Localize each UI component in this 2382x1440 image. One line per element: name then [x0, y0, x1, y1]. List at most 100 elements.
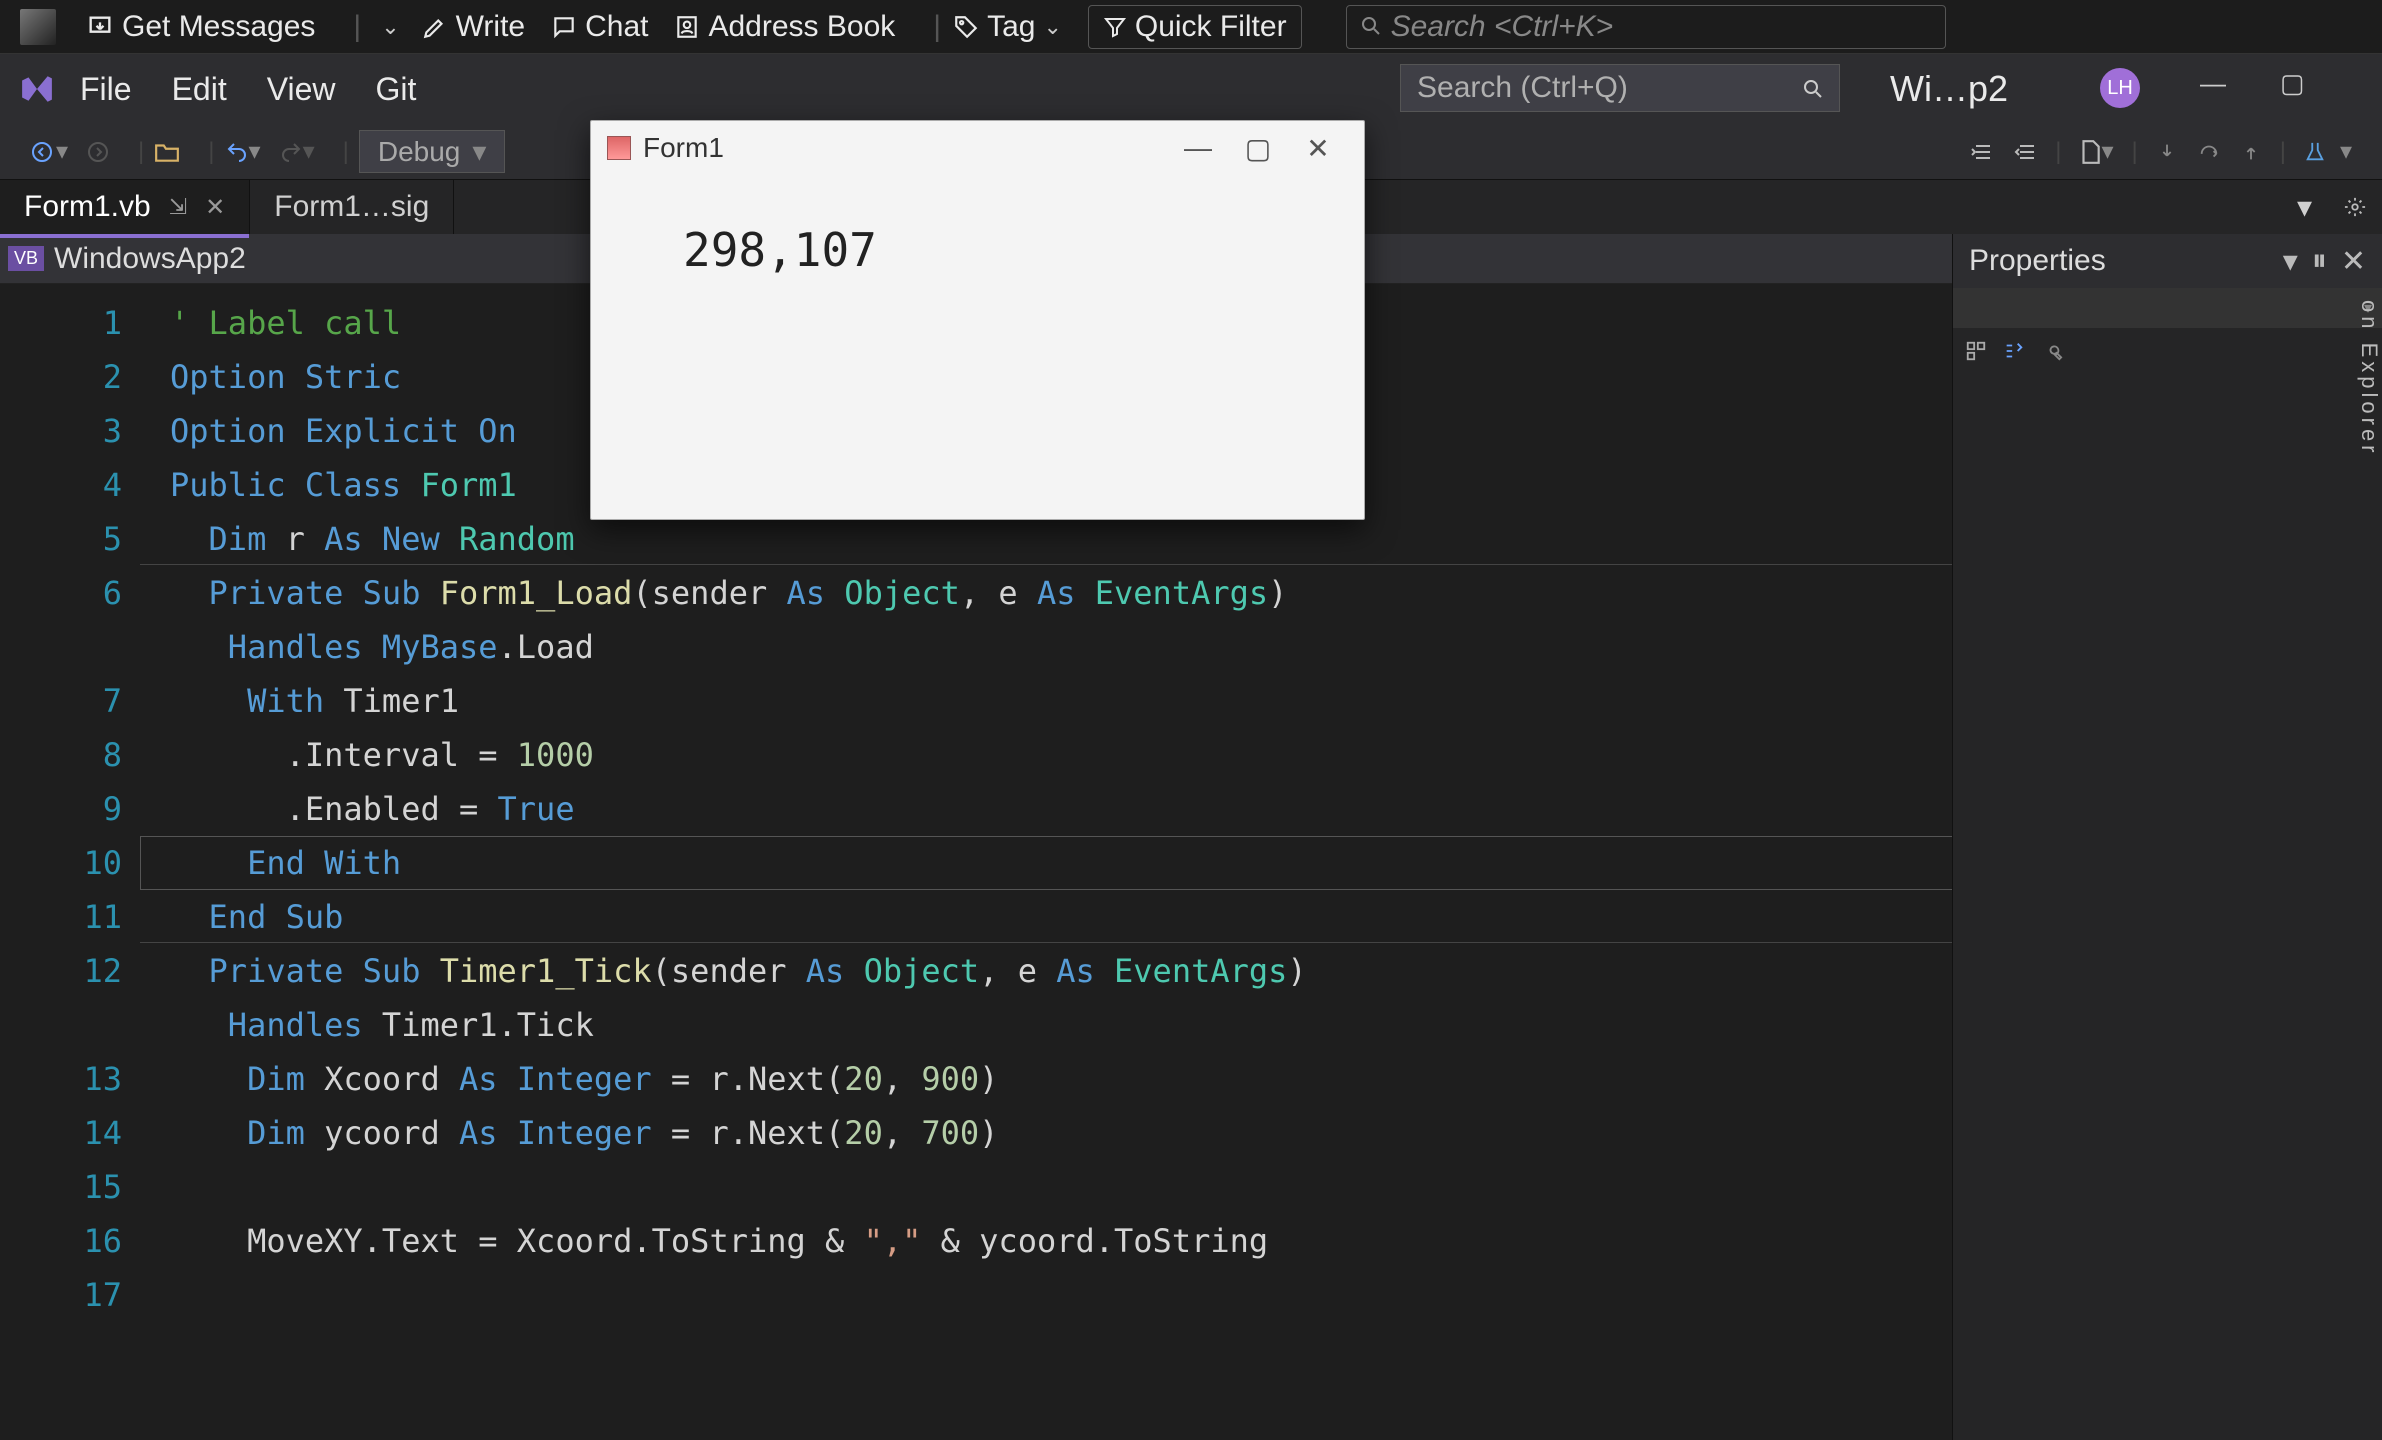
thunderbird-toolbar: Get Messages | ⌄ Write Chat Address Book…: [0, 0, 2382, 54]
document-icon: [2079, 139, 2101, 165]
arrow-up-icon: [2240, 141, 2262, 163]
properties-title: Properties: [1969, 244, 2269, 278]
menu-file[interactable]: File: [80, 71, 132, 108]
properties-object-dropdown[interactable]: ▾: [1953, 288, 2382, 328]
close-icon[interactable]: ✕: [205, 193, 225, 222]
line-number: 6: [0, 566, 122, 620]
folder-open-icon: [154, 141, 180, 163]
vb-language-badge: VB: [8, 246, 44, 271]
user-badge[interactable]: LH: [2100, 68, 2140, 108]
minimize-button[interactable]: —: [2200, 68, 2226, 99]
running-form-window[interactable]: Form1 — ▢ ✕ 298,107: [590, 120, 1365, 520]
categorized-view-button[interactable]: [1965, 340, 1987, 367]
line-number: 16: [0, 1214, 122, 1268]
chevron-down-icon[interactable]: ▾: [2283, 244, 2298, 279]
config-dropdown[interactable]: Debug ▾: [359, 130, 506, 173]
line-number: 15: [0, 1160, 122, 1214]
step-into-button[interactable]: [2156, 141, 2178, 163]
tab-overflow-caret[interactable]: ▾: [2281, 180, 2328, 234]
search-icon: [1359, 14, 1383, 38]
tag-icon: [953, 14, 979, 40]
alphabetical-view-button[interactable]: [2003, 340, 2025, 367]
close-icon[interactable]: ✕: [2341, 244, 2366, 279]
pencil-icon: [422, 14, 448, 40]
run-test-button[interactable]: [2304, 140, 2326, 164]
arrow-left-circle-icon: [30, 140, 54, 164]
vs-search-placeholder: Search (Ctrl+Q): [1417, 71, 1628, 105]
line-number: 13: [0, 1052, 122, 1106]
running-form-titlebar[interactable]: Form1 — ▢ ✕: [591, 121, 1364, 175]
maximize-button[interactable]: ▢: [2280, 68, 2305, 99]
gear-icon: [2344, 196, 2366, 218]
pin-icon[interactable]: ⏸: [2312, 244, 2327, 278]
indent-button[interactable]: [2013, 140, 2037, 164]
line-number: 11: [0, 890, 122, 944]
nav-back-button[interactable]: ▾: [30, 137, 68, 166]
line-number: 2: [0, 350, 122, 404]
open-file-button[interactable]: [154, 141, 180, 163]
tab-settings-gear[interactable]: [2328, 180, 2382, 234]
step-over-icon: [2198, 141, 2220, 163]
undo-button[interactable]: ▾: [225, 137, 261, 166]
chat-button[interactable]: Chat: [551, 10, 648, 44]
line-number: 7: [0, 674, 122, 728]
line-number: 10: [0, 836, 122, 890]
get-messages-button[interactable]: Get Messages: [86, 10, 315, 44]
nav-forward-button[interactable]: [86, 140, 110, 164]
solution-explorer-tab[interactable]: on Explorer: [2354, 300, 2382, 700]
line-number: 9: [0, 782, 122, 836]
quick-filter-label: Quick Filter: [1135, 10, 1287, 44]
chat-bubble-icon: [551, 14, 577, 40]
winforms-app-icon: [607, 136, 631, 160]
chat-label: Chat: [585, 10, 648, 44]
get-messages-dropdown-caret[interactable]: ⌄: [381, 14, 399, 40]
wrench-icon: [2041, 340, 2063, 362]
line-number: 4: [0, 458, 122, 512]
tab-form1-designer[interactable]: Form1…sig: [250, 180, 454, 234]
get-messages-label: Get Messages: [122, 10, 315, 44]
pin-icon[interactable]: ⇲: [169, 194, 187, 220]
project-dropdown[interactable]: WindowsApp2: [54, 242, 266, 276]
outdent-button[interactable]: [1969, 140, 1993, 164]
running-form-title: Form1: [643, 132, 724, 164]
separator: |: [933, 10, 941, 44]
category-icon: [1965, 340, 1987, 362]
properties-panel: Properties ▾ ⏸ ✕ ▾: [1952, 234, 2382, 1440]
form-minimize-button[interactable]: —: [1168, 132, 1228, 164]
redo-button[interactable]: ▾: [279, 137, 315, 166]
step-over-button[interactable]: [2198, 141, 2220, 163]
menu-edit[interactable]: Edit: [172, 71, 227, 108]
line-number: 5: [0, 512, 122, 566]
line-number: 14: [0, 1106, 122, 1160]
address-book-label: Address Book: [708, 10, 895, 44]
tag-button[interactable]: Tag ⌄: [953, 10, 1062, 44]
thunderbird-search-input[interactable]: Search <Ctrl+K>: [1346, 5, 1946, 49]
window-title: Wi…p2: [1890, 68, 2008, 110]
form-close-button[interactable]: ✕: [1288, 132, 1348, 165]
toolbar-right-group: | ▾ | | ▾: [1959, 137, 2352, 166]
beaker-icon: [2304, 140, 2326, 164]
inbox-download-icon: [86, 13, 114, 41]
tag-label: Tag: [987, 10, 1035, 44]
address-book-button[interactable]: Address Book: [674, 10, 895, 44]
redo-icon: [279, 140, 303, 164]
arrow-right-circle-icon: [86, 140, 110, 164]
contacts-icon: [674, 14, 700, 40]
funnel-icon: [1103, 15, 1127, 39]
menu-git[interactable]: Git: [375, 71, 416, 108]
step-out-button[interactable]: [2240, 141, 2262, 163]
new-file-button[interactable]: ▾: [2079, 137, 2113, 166]
vs-search-input[interactable]: Search (Ctrl+Q): [1400, 64, 1840, 112]
visual-studio-icon: [20, 72, 54, 106]
config-label: Debug: [378, 136, 461, 168]
property-pages-button[interactable]: [2041, 340, 2063, 367]
search-placeholder: Search <Ctrl+K>: [1391, 10, 1614, 43]
line-number: 3: [0, 404, 122, 458]
arrow-down-icon: [2156, 141, 2178, 163]
menu-view[interactable]: View: [267, 71, 336, 108]
write-button[interactable]: Write: [422, 10, 525, 44]
tab-form1-vb[interactable]: Form1.vb ⇲ ✕: [0, 180, 250, 234]
quick-filter-button[interactable]: Quick Filter: [1088, 5, 1302, 49]
sort-az-icon: [2003, 340, 2025, 362]
form-maximize-button[interactable]: ▢: [1228, 132, 1288, 165]
